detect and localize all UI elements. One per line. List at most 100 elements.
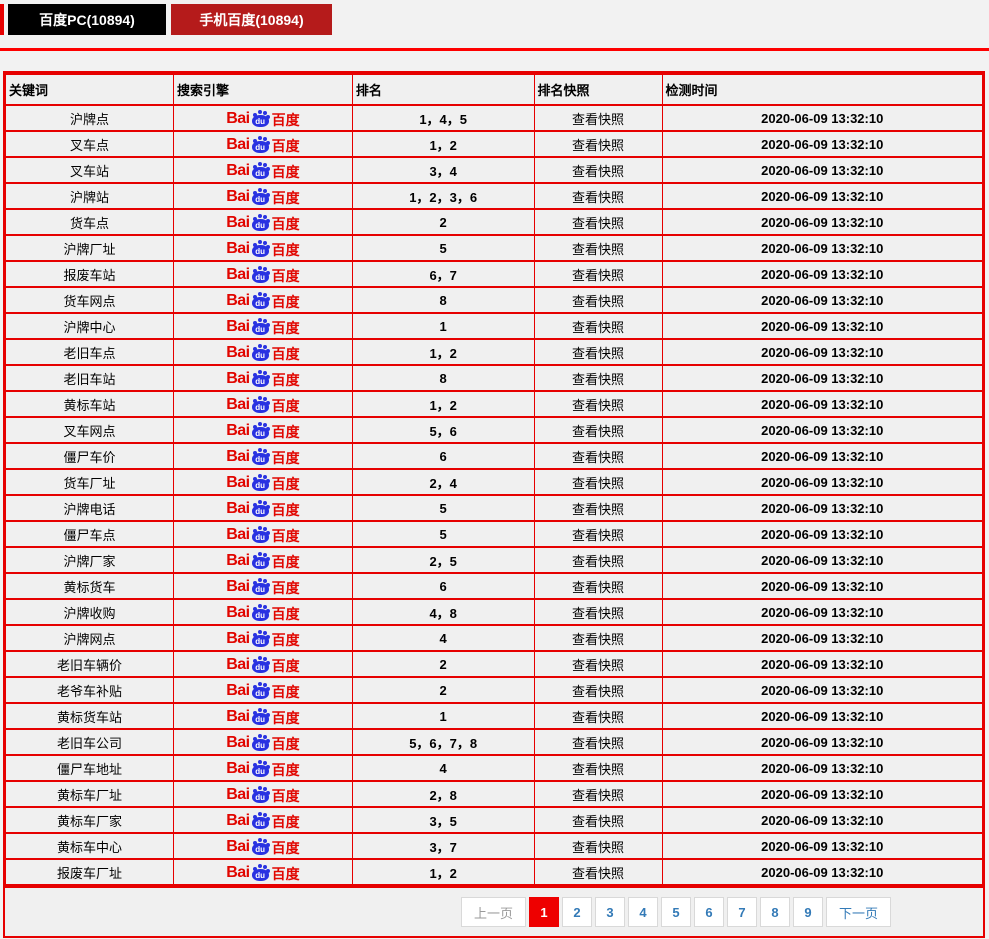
snapshot-cell: 查看快照 [533,234,663,262]
table-row: 老旧车站 Bai du 百度 8 查看快照 2020-06-09 13:32:1… [4,364,984,392]
view-snapshot-link[interactable]: 查看快照 [572,372,624,387]
rank-cell: 2，8 [351,780,535,808]
page-number-button[interactable]: 1 [528,897,559,927]
engine-cell: Bai du 百度 [173,702,353,730]
page-number-button[interactable]: 6 [693,897,724,927]
engine-cell: Bai du 百度 [173,520,353,548]
view-snapshot-link[interactable]: 查看快照 [572,346,624,361]
table-row: 黄标车中心 Bai du 百度 3，7 查看快照 2020-06-09 13:3… [4,832,984,860]
view-snapshot-link[interactable]: 查看快照 [572,580,624,595]
snapshot-cell: 查看快照 [533,312,663,340]
baidu-logo-du-text: du [255,376,266,386]
page-number-button[interactable]: 9 [792,897,823,927]
view-snapshot-link[interactable]: 查看快照 [572,190,624,205]
keyword-cell: 僵尸车价 [4,442,175,470]
view-snapshot-link[interactable]: 查看快照 [572,814,624,829]
rank-cell: 1 [351,702,535,730]
baidu-logo: Bai du 百度 [226,811,300,829]
next-page-button[interactable]: 下一页 [825,897,891,927]
baidu-paw-icon: du [251,369,270,387]
baidu-logo-du-text: du [255,350,266,360]
table-row: 老旧车公司 Bai du 百度 5，6，7，8 查看快照 2020-06-09 … [4,728,984,756]
view-snapshot-link[interactable]: 查看快照 [572,294,624,309]
baidu-paw-icon: du [251,239,270,257]
keyword-cell: 叉车点 [4,130,175,158]
time-cell: 2020-06-09 13:32:10 [661,234,984,262]
view-snapshot-link[interactable]: 查看快照 [572,658,624,673]
view-snapshot-link[interactable]: 查看快照 [572,138,624,153]
time-cell: 2020-06-09 13:32:10 [661,182,984,210]
rank-cell: 8 [351,364,535,392]
snapshot-cell: 查看快照 [533,130,663,158]
view-snapshot-link[interactable]: 查看快照 [572,554,624,569]
baidu-paw-icon: du [251,811,270,829]
baidu-paw-icon: du [251,785,270,803]
view-snapshot-link[interactable]: 查看快照 [572,710,624,725]
view-snapshot-link[interactable]: 查看快照 [572,840,624,855]
view-snapshot-link[interactable]: 查看快照 [572,736,624,751]
view-snapshot-link[interactable]: 查看快照 [572,528,624,543]
engine-cell: Bai du 百度 [173,728,353,756]
view-snapshot-link[interactable]: 查看快照 [572,476,624,491]
baidu-logo-du-text: du [255,818,266,828]
page-number-button[interactable]: 2 [561,897,592,927]
page-number-button[interactable]: 3 [594,897,625,927]
engine-cell: Bai du 百度 [173,130,353,158]
tab-baidu-pc[interactable]: 百度PC(10894) [8,4,166,35]
view-snapshot-link[interactable]: 查看快照 [572,762,624,777]
view-snapshot-link[interactable]: 查看快照 [572,684,624,699]
baidu-logo-bai-text: Bai [226,369,250,387]
view-snapshot-link[interactable]: 查看快照 [572,164,624,179]
baidu-logo-cn-text: 百度 [271,397,300,414]
view-snapshot-link[interactable]: 查看快照 [572,242,624,257]
view-snapshot-link[interactable]: 查看快照 [572,632,624,647]
snapshot-cell: 查看快照 [533,806,663,834]
baidu-logo: Bai du 百度 [226,785,300,803]
snapshot-cell: 查看快照 [533,338,663,366]
tab-baidu-mobile[interactable]: 手机百度(10894) [171,4,332,35]
view-snapshot-link[interactable]: 查看快照 [572,216,624,231]
view-snapshot-link[interactable]: 查看快照 [572,502,624,517]
page-number-button[interactable]: 4 [627,897,658,927]
view-snapshot-link[interactable]: 查看快照 [572,866,624,881]
keyword-cell: 货车厂址 [4,468,175,496]
table-row: 报废车厂址 Bai du 百度 1，2 查看快照 2020-06-09 13:3… [4,858,984,886]
engine-cell: Bai du 百度 [173,546,353,574]
header-rank: 排名 [351,73,535,106]
time-cell: 2020-06-09 13:32:10 [661,832,984,860]
baidu-logo: Bai du 百度 [226,681,300,699]
time-cell: 2020-06-09 13:32:10 [661,260,984,288]
snapshot-cell: 查看快照 [533,364,663,392]
baidu-logo-du-text: du [255,558,266,568]
baidu-logo-cn-text: 百度 [271,449,300,466]
table-row: 报废车站 Bai du 百度 6，7 查看快照 2020-06-09 13:32… [4,260,984,288]
view-snapshot-link[interactable]: 查看快照 [572,398,624,413]
view-snapshot-link[interactable]: 查看快照 [572,606,624,621]
baidu-logo-bai-text: Bai [226,447,250,465]
view-snapshot-link[interactable]: 查看快照 [572,424,624,439]
baidu-logo: Bai du 百度 [226,291,300,309]
page-number-button[interactable]: 7 [726,897,757,927]
time-cell: 2020-06-09 13:32:10 [661,598,984,626]
view-snapshot-link[interactable]: 查看快照 [572,788,624,803]
engine-cell: Bai du 百度 [173,390,353,418]
table-row: 沪牌网点 Bai du 百度 4 查看快照 2020-06-09 13:32:1… [4,624,984,652]
baidu-logo-du-text: du [255,610,266,620]
keyword-cell: 沪牌网点 [4,624,175,652]
baidu-logo-cn-text: 百度 [271,735,300,752]
baidu-logo-cn-text: 百度 [271,579,300,596]
prev-page-button[interactable]: 上一页 [460,897,526,927]
view-snapshot-link[interactable]: 查看快照 [572,112,624,127]
engine-cell: Bai du 百度 [173,806,353,834]
time-cell: 2020-06-09 13:32:10 [661,728,984,756]
view-snapshot-link[interactable]: 查看快照 [572,268,624,283]
page-number-button[interactable]: 5 [660,897,691,927]
baidu-paw-icon: du [251,135,270,153]
page-number-button[interactable]: 8 [759,897,790,927]
baidu-logo-bai-text: Bai [226,837,250,855]
view-snapshot-link[interactable]: 查看快照 [572,320,624,335]
keyword-cell: 沪牌厂址 [4,234,175,262]
rank-cell: 4 [351,754,535,782]
view-snapshot-link[interactable]: 查看快照 [572,450,624,465]
baidu-logo-bai-text: Bai [226,473,250,491]
